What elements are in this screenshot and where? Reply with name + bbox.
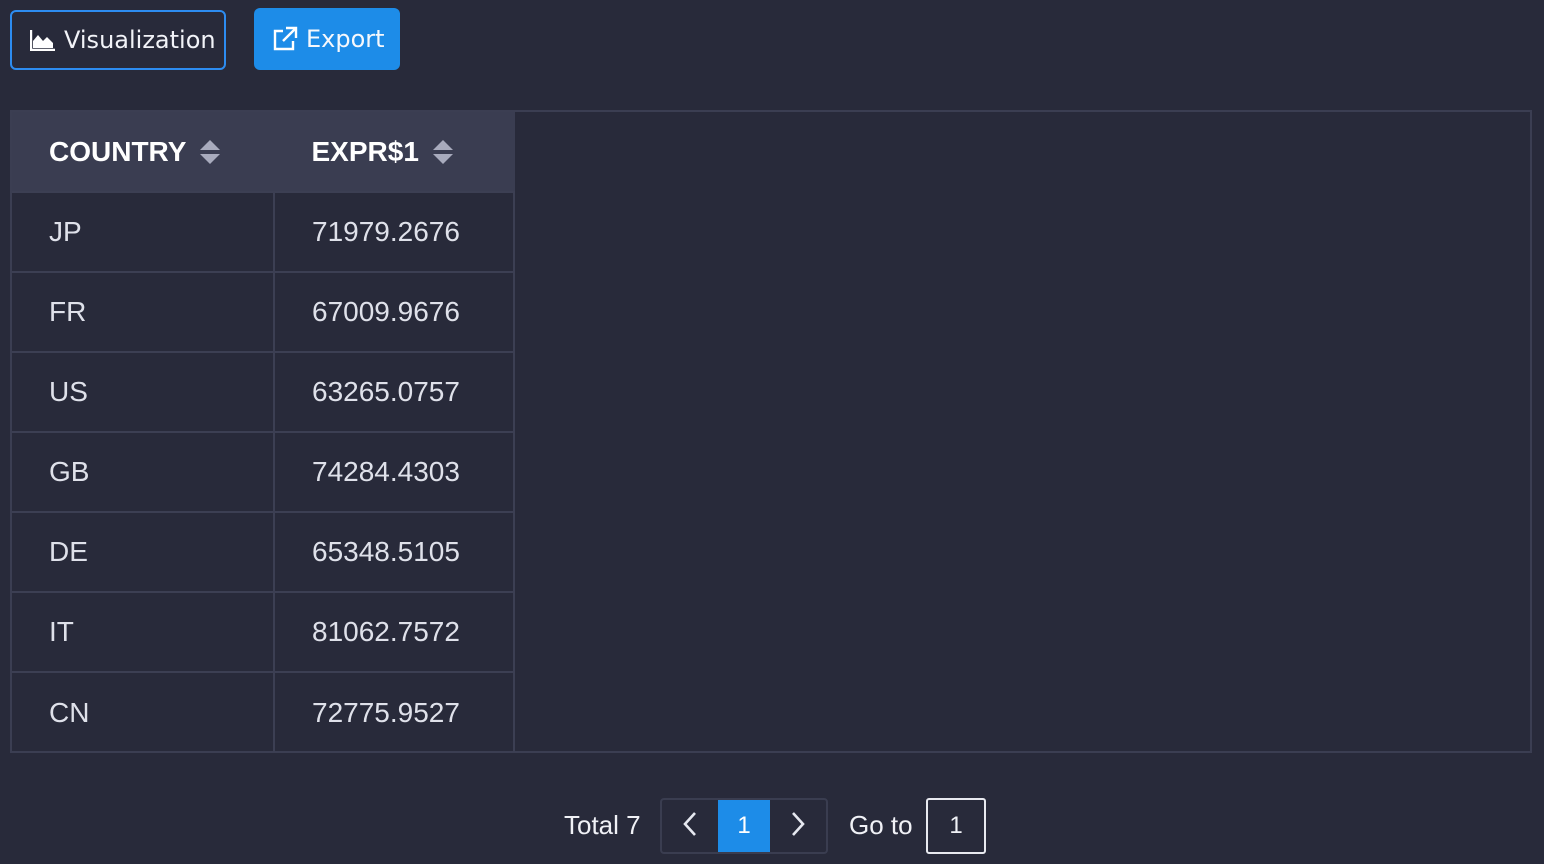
cell-value: 67009.9676 bbox=[274, 271, 515, 352]
cell-country: JP bbox=[12, 191, 275, 272]
next-page-button[interactable] bbox=[770, 800, 826, 852]
column-header-expr[interactable]: EXPR$1 bbox=[274, 112, 515, 192]
cell-value: 74284.4303 bbox=[274, 431, 515, 512]
cell-country: FR bbox=[12, 271, 275, 352]
column-header-label: EXPR$1 bbox=[311, 135, 419, 167]
pager: 1 bbox=[660, 798, 828, 854]
visualization-button[interactable]: Visualization bbox=[10, 10, 226, 70]
table-row: FR 67009.9676 bbox=[12, 271, 515, 352]
goto-page-input[interactable] bbox=[926, 798, 986, 854]
table-row: IT 81062.7572 bbox=[12, 591, 515, 672]
results-table: COUNTRY EXPR$1 JP 71979.2676 FR 67009.96… bbox=[12, 112, 515, 752]
chevron-right-icon bbox=[790, 811, 806, 842]
visualization-label: Visualization bbox=[64, 26, 216, 54]
pagination: Total 7 1 Go to bbox=[0, 798, 1544, 854]
results-table-container: COUNTRY EXPR$1 JP 71979.2676 FR 67009.96… bbox=[10, 110, 1532, 753]
page-number-current[interactable]: 1 bbox=[718, 800, 770, 852]
cell-country: GB bbox=[12, 431, 275, 512]
goto-label: Go to bbox=[849, 810, 913, 840]
cell-country: CN bbox=[12, 671, 275, 752]
table-row: GB 74284.4303 bbox=[12, 431, 515, 512]
export-button[interactable]: Export bbox=[254, 8, 400, 70]
export-label: Export bbox=[306, 25, 385, 53]
column-header-label: COUNTRY bbox=[49, 135, 187, 167]
cell-value: 65348.5105 bbox=[274, 511, 515, 592]
toolbar: Visualization Export bbox=[10, 8, 410, 70]
cell-country: DE bbox=[12, 511, 275, 592]
sort-icon[interactable] bbox=[432, 139, 453, 164]
table-row: US 63265.0757 bbox=[12, 351, 515, 432]
total-count: Total 7 bbox=[564, 810, 641, 840]
cell-country: US bbox=[12, 351, 275, 432]
area-chart-icon bbox=[30, 29, 56, 51]
cell-value: 63265.0757 bbox=[274, 351, 515, 432]
prev-page-button[interactable] bbox=[662, 800, 718, 852]
table-row: JP 71979.2676 bbox=[12, 191, 515, 272]
table-row: DE 65348.5105 bbox=[12, 511, 515, 592]
external-link-icon bbox=[272, 26, 298, 52]
column-header-country[interactable]: COUNTRY bbox=[12, 112, 275, 192]
cell-value: 81062.7572 bbox=[274, 591, 515, 672]
cell-value: 71979.2676 bbox=[274, 191, 515, 272]
table-header-row: COUNTRY EXPR$1 bbox=[12, 112, 515, 192]
cell-country: IT bbox=[12, 591, 275, 672]
sort-icon[interactable] bbox=[200, 139, 221, 164]
chevron-left-icon bbox=[682, 811, 698, 842]
table-row: CN 72775.9527 bbox=[12, 671, 515, 752]
cell-value: 72775.9527 bbox=[274, 671, 515, 752]
